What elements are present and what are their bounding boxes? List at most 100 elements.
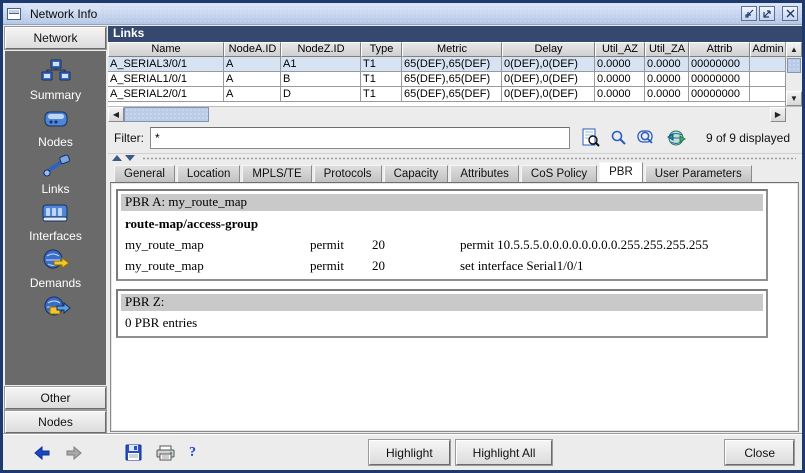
pbr-sequence: 20 <box>372 237 460 253</box>
pbr-name: my_route_map <box>125 237 310 253</box>
scroll-up-icon[interactable]: ▲ <box>786 42 802 57</box>
column-header[interactable]: Name <box>108 42 224 57</box>
table-cell: 00000000 <box>689 72 750 87</box>
tab-general[interactable]: General <box>114 165 175 182</box>
scroll-right-icon[interactable]: ▶ <box>770 107 786 122</box>
highlight-all-button[interactable]: Highlight All <box>456 440 553 465</box>
maximize-icon[interactable] <box>759 6 775 21</box>
column-header[interactable]: Util_ZA <box>645 42 689 57</box>
sidebar-item-nodes[interactable]: Nodes <box>38 106 73 149</box>
column-header[interactable]: NodeZ.ID <box>281 42 361 57</box>
table-cell: 65(DEF),65(DEF) <box>402 72 502 87</box>
pbr-detail: set interface Serial1/0/1 <box>460 258 763 274</box>
close-button[interactable]: Close <box>725 440 794 465</box>
main-panel: Links NameNodeA.IDNodeZ.IDTypeMetricDela… <box>108 25 802 434</box>
pbr-action: permit <box>310 237 372 253</box>
help-icon[interactable]: ? <box>189 445 196 461</box>
sidebar-nav: Summary Nodes Links Interfaces Demands <box>5 51 106 385</box>
column-header[interactable]: Admin <box>750 42 785 57</box>
splitter-down-icon[interactable] <box>125 155 135 161</box>
save-icon[interactable] <box>125 444 142 461</box>
highlight-button[interactable]: Highlight <box>369 440 450 465</box>
table-cell: 0.0000 <box>645 72 689 87</box>
column-header[interactable]: Metric <box>402 42 502 57</box>
tab-user-parameters[interactable]: User Parameters <box>645 165 752 182</box>
demands-alt-icon <box>41 294 71 320</box>
table-row[interactable]: A_SERIAL1/0/1ABT165(DEF),65(DEF)0(DEF),0… <box>108 72 785 87</box>
window-icon <box>7 8 21 20</box>
vertical-scroll-thumb[interactable] <box>787 58 801 73</box>
tab-strip: GeneralLocationMPLS/TEProtocolsCapacityA… <box>108 162 802 182</box>
horizontal-scroll-thumb[interactable] <box>124 107 209 122</box>
pbr-a-subheader: route-map/access-group <box>121 211 763 234</box>
column-header[interactable]: NodeA.ID <box>224 42 281 57</box>
tab-protocols[interactable]: Protocols <box>314 165 382 182</box>
table-cell: T1 <box>361 87 402 102</box>
other-button[interactable]: Other <box>5 387 106 409</box>
magnifier-box-icon[interactable] <box>637 129 657 146</box>
globe-arrows-icon[interactable] <box>667 129 686 147</box>
titlebar[interactable]: Network Info <box>3 3 802 25</box>
filter-status: 9 of 9 displayed <box>706 131 790 145</box>
tab-pbr[interactable]: PBR <box>599 162 643 182</box>
magnifier-icon[interactable] <box>610 129 627 146</box>
sidebar-item-extra[interactable] <box>41 294 71 320</box>
sidebar-item-interfaces[interactable]: Interfaces <box>29 200 82 243</box>
links-panel-title: Links <box>108 26 802 42</box>
close-icon[interactable] <box>782 6 798 21</box>
table-cell: 0(DEF),0(DEF) <box>502 72 595 87</box>
sidebar-item-summary[interactable]: Summary <box>30 59 81 102</box>
table-row[interactable]: A_SERIAL3/0/1AA1T165(DEF),65(DEF)0(DEF),… <box>108 57 785 72</box>
pbr-z-section: PBR Z: 0 PBR entries <box>116 289 768 338</box>
forward-arrow-icon[interactable] <box>65 446 83 460</box>
splitter-grip[interactable] <box>142 157 796 160</box>
minimize-icon[interactable] <box>741 6 757 21</box>
sidebar-item-links[interactable]: Links <box>41 153 71 196</box>
links-icon <box>41 153 71 179</box>
pbr-a-rows: my_route_mappermit20permit 10.5.5.5.0.0.… <box>121 234 763 276</box>
network-button[interactable]: Network <box>5 27 106 49</box>
table-cell: 0.0000 <box>645 87 689 102</box>
sidebar-item-label: Nodes <box>38 135 73 149</box>
column-header[interactable]: Delay <box>502 42 595 57</box>
column-header[interactable]: Attrib <box>689 42 750 57</box>
network-info-window: Network Info Network Summary Nodes Links In… <box>0 0 805 473</box>
horizontal-scrollbar[interactable]: ◀ ▶ <box>108 106 802 122</box>
split-divider[interactable] <box>108 153 802 162</box>
print-icon[interactable] <box>156 445 175 461</box>
tab-cos-policy[interactable]: CoS Policy <box>521 165 597 182</box>
pbr-z-body: 0 PBR entries <box>121 311 763 333</box>
splitter-up-icon[interactable] <box>112 155 122 161</box>
table-cell: T1 <box>361 57 402 72</box>
scroll-left-icon[interactable]: ◀ <box>108 107 124 122</box>
vertical-scrollbar[interactable]: ▲ ▼ <box>785 42 802 106</box>
table-cell: 0.0000 <box>595 57 645 72</box>
filter-input[interactable] <box>150 127 570 149</box>
table-row[interactable]: A_SERIAL2/0/1ADT165(DEF),65(DEF)0(DEF),0… <box>108 87 785 102</box>
table-cell: 0.0000 <box>645 57 689 72</box>
page-magnifier-icon[interactable] <box>582 128 600 148</box>
interfaces-icon <box>40 200 70 226</box>
sidebar-item-label: Interfaces <box>29 229 82 243</box>
tab-attributes[interactable]: Attributes <box>450 165 519 182</box>
table-cell: 00000000 <box>689 57 750 72</box>
tab-mpls-te[interactable]: MPLS/TE <box>242 165 311 182</box>
column-header[interactable]: Util_AZ <box>595 42 645 57</box>
sidebar-item-demands[interactable]: Demands <box>30 247 81 290</box>
back-arrow-icon[interactable] <box>33 446 51 460</box>
column-header[interactable]: Type <box>361 42 402 57</box>
table-cell: A <box>224 72 281 87</box>
filter-bar: Filter: 9 of 9 displayed <box>108 122 802 153</box>
scrollbar-corner <box>786 107 802 122</box>
horizontal-scroll-track[interactable] <box>209 107 770 122</box>
table-cell: 65(DEF),65(DEF) <box>402 57 502 72</box>
table-cell: 0.0000 <box>595 87 645 102</box>
tab-capacity[interactable]: Capacity <box>384 165 449 182</box>
table-cell: 65(DEF),65(DEF) <box>402 87 502 102</box>
pbr-z-header: PBR Z: <box>121 294 763 311</box>
scroll-down-icon[interactable]: ▼ <box>786 91 802 106</box>
sidebar-item-label: Links <box>41 182 69 196</box>
nodes-button[interactable]: Nodes <box>5 411 106 433</box>
tab-location[interactable]: Location <box>177 165 240 182</box>
sidebar-item-label: Demands <box>30 276 81 290</box>
